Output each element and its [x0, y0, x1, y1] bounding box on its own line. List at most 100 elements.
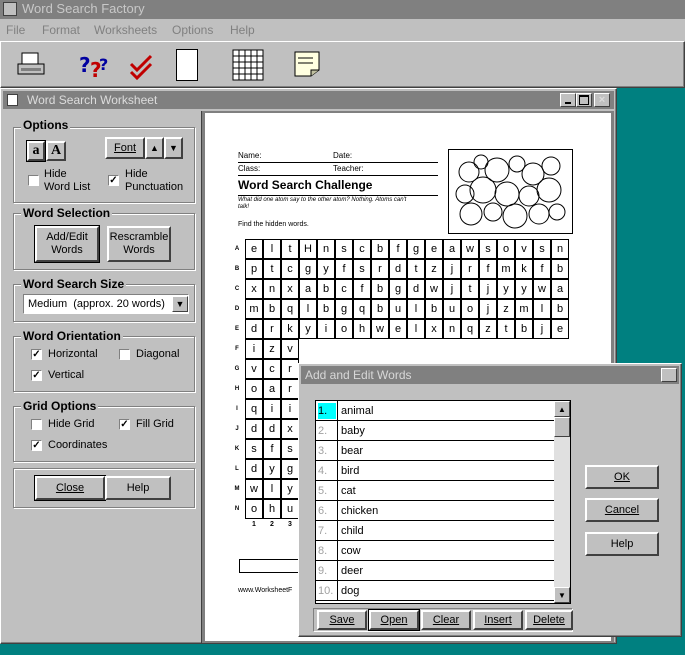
- maximize-button[interactable]: [576, 93, 592, 107]
- grid-cell: m: [515, 299, 533, 319]
- document-icon[interactable]: [7, 94, 18, 106]
- grid-cell: y: [317, 259, 335, 279]
- size-select[interactable]: Medium (approx. 20 words) ▼: [23, 294, 189, 314]
- list-item[interactable]: 9. deer: [316, 561, 556, 581]
- new-page-icon[interactable]: [176, 49, 198, 81]
- grid-cell: s: [335, 239, 353, 259]
- grid-cell: u: [389, 299, 407, 319]
- rescramble-words-button[interactable]: Rescramble Words: [107, 226, 171, 262]
- delete-button[interactable]: Delete: [525, 610, 573, 630]
- app-icon[interactable]: [3, 2, 17, 16]
- add-edit-words-button[interactable]: Add/Edit Words: [34, 225, 100, 263]
- lowercase-a-button[interactable]: a: [26, 140, 46, 162]
- row-label: G: [234, 366, 240, 372]
- scroll-thumb[interactable]: [554, 417, 570, 437]
- menu-options[interactable]: Options: [172, 23, 213, 37]
- help-button[interactable]: Help: [105, 476, 171, 500]
- dialog-titlebar: Add and Edit Words ×: [301, 366, 679, 384]
- list-item[interactable]: 6. chicken: [316, 501, 556, 521]
- close-button[interactable]: Close: [34, 475, 106, 501]
- grid-cell: b: [425, 299, 443, 319]
- grid-cell: c: [281, 259, 299, 279]
- font-size-up-button[interactable]: ▲: [145, 137, 164, 159]
- grid-cell: g: [335, 299, 353, 319]
- diagonal-checkbox[interactable]: [119, 349, 130, 360]
- uppercase-a-button[interactable]: A: [46, 141, 66, 161]
- coordinates-checkbox[interactable]: ✓: [31, 440, 42, 451]
- list-divider: [337, 441, 338, 461]
- fill-grid-checkbox[interactable]: ✓: [119, 419, 130, 430]
- dialog-close-button[interactable]: ×: [661, 368, 677, 382]
- grid-cell: f: [533, 259, 551, 279]
- list-item[interactable]: 3. bear: [316, 441, 556, 461]
- list-item-word: bear: [341, 445, 364, 457]
- list-item-number: 8.: [318, 545, 328, 557]
- grid-cell: g: [407, 239, 425, 259]
- list-divider: [337, 421, 338, 441]
- column-label: 2: [270, 521, 274, 528]
- scroll-down-button[interactable]: ▼: [554, 587, 570, 603]
- hide-grid-checkbox[interactable]: [31, 419, 42, 430]
- header-rule-2: [238, 175, 438, 176]
- list-item-number: 7.: [318, 525, 328, 537]
- scroll-up-button[interactable]: ▲: [554, 401, 570, 417]
- class-label: Class:: [238, 164, 261, 173]
- grid-cell: b: [551, 259, 569, 279]
- list-divider: [337, 461, 338, 481]
- printer-icon[interactable]: [16, 51, 46, 79]
- insert-button[interactable]: Insert: [473, 610, 523, 630]
- list-item-word: baby: [341, 425, 365, 437]
- dialog-help-button[interactable]: Help: [585, 532, 659, 556]
- note-icon[interactable]: [293, 50, 321, 78]
- word-list-rows: 1. animal 2. baby 3. bear 4. bird 5. cat 6. chicken…: [316, 401, 556, 603]
- grid-cell: v: [515, 239, 533, 259]
- list-item[interactable]: 8. cow: [316, 541, 556, 561]
- grid-cell: d: [263, 419, 281, 439]
- horizontal-checkbox[interactable]: ✓: [31, 349, 42, 360]
- list-item[interactable]: 4. bird: [316, 461, 556, 481]
- open-button[interactable]: Open: [368, 609, 420, 631]
- grid-cell: p: [245, 259, 263, 279]
- grid-cell: o: [335, 319, 353, 339]
- row-label: I: [236, 406, 238, 412]
- list-item[interactable]: 2. baby: [316, 421, 556, 441]
- grid-cell: a: [443, 239, 461, 259]
- grid-cell: r: [371, 259, 389, 279]
- minimize-icon: [565, 102, 571, 104]
- list-item[interactable]: 7. child: [316, 521, 556, 541]
- vertical-checkbox[interactable]: ✓: [31, 370, 42, 381]
- menu-worksheets[interactable]: Worksheets: [94, 23, 157, 37]
- menu-file[interactable]: File: [6, 23, 25, 37]
- list-item[interactable]: 5. cat: [316, 481, 556, 501]
- menu-format[interactable]: Format: [42, 23, 80, 37]
- list-item[interactable]: 1. animal: [316, 401, 556, 421]
- grid-cell: c: [353, 239, 371, 259]
- chevron-down-icon[interactable]: ▼: [172, 296, 188, 312]
- ok-button[interactable]: OK: [585, 465, 659, 489]
- save-button[interactable]: Save: [317, 610, 367, 630]
- font-size-down-button[interactable]: ▼: [164, 137, 183, 159]
- list-item[interactable]: 10. dog: [316, 581, 556, 601]
- grid-cell: f: [353, 279, 371, 299]
- grid-cell: e: [245, 239, 263, 259]
- spell-check-icon[interactable]: [127, 50, 157, 81]
- font-button[interactable]: Font: [105, 137, 145, 159]
- grid-cell: j: [443, 259, 461, 279]
- column-label: 1: [252, 521, 256, 528]
- hide-word-list-checkbox[interactable]: [28, 175, 39, 186]
- menu-help[interactable]: Help: [230, 23, 255, 37]
- word-list[interactable]: 1. animal 2. baby 3. bear 4. bird 5. cat 6. chicken…: [315, 400, 571, 604]
- close-window-button[interactable]: ×: [594, 93, 610, 107]
- grid-cell: d: [245, 459, 263, 479]
- list-scrollbar[interactable]: ▲ ▼: [554, 401, 570, 603]
- help-icon[interactable]: ???: [79, 50, 111, 82]
- hide-punctuation-checkbox[interactable]: ✓: [108, 175, 119, 186]
- clear-button[interactable]: Clear: [421, 610, 471, 630]
- grid-icon[interactable]: [232, 49, 264, 81]
- list-divider: [337, 581, 338, 601]
- svg-text:?: ?: [79, 53, 91, 77]
- grid-cell: i: [281, 399, 299, 419]
- grid-cell: x: [245, 279, 263, 299]
- minimize-button[interactable]: [560, 93, 576, 107]
- cancel-button[interactable]: Cancel: [585, 498, 659, 522]
